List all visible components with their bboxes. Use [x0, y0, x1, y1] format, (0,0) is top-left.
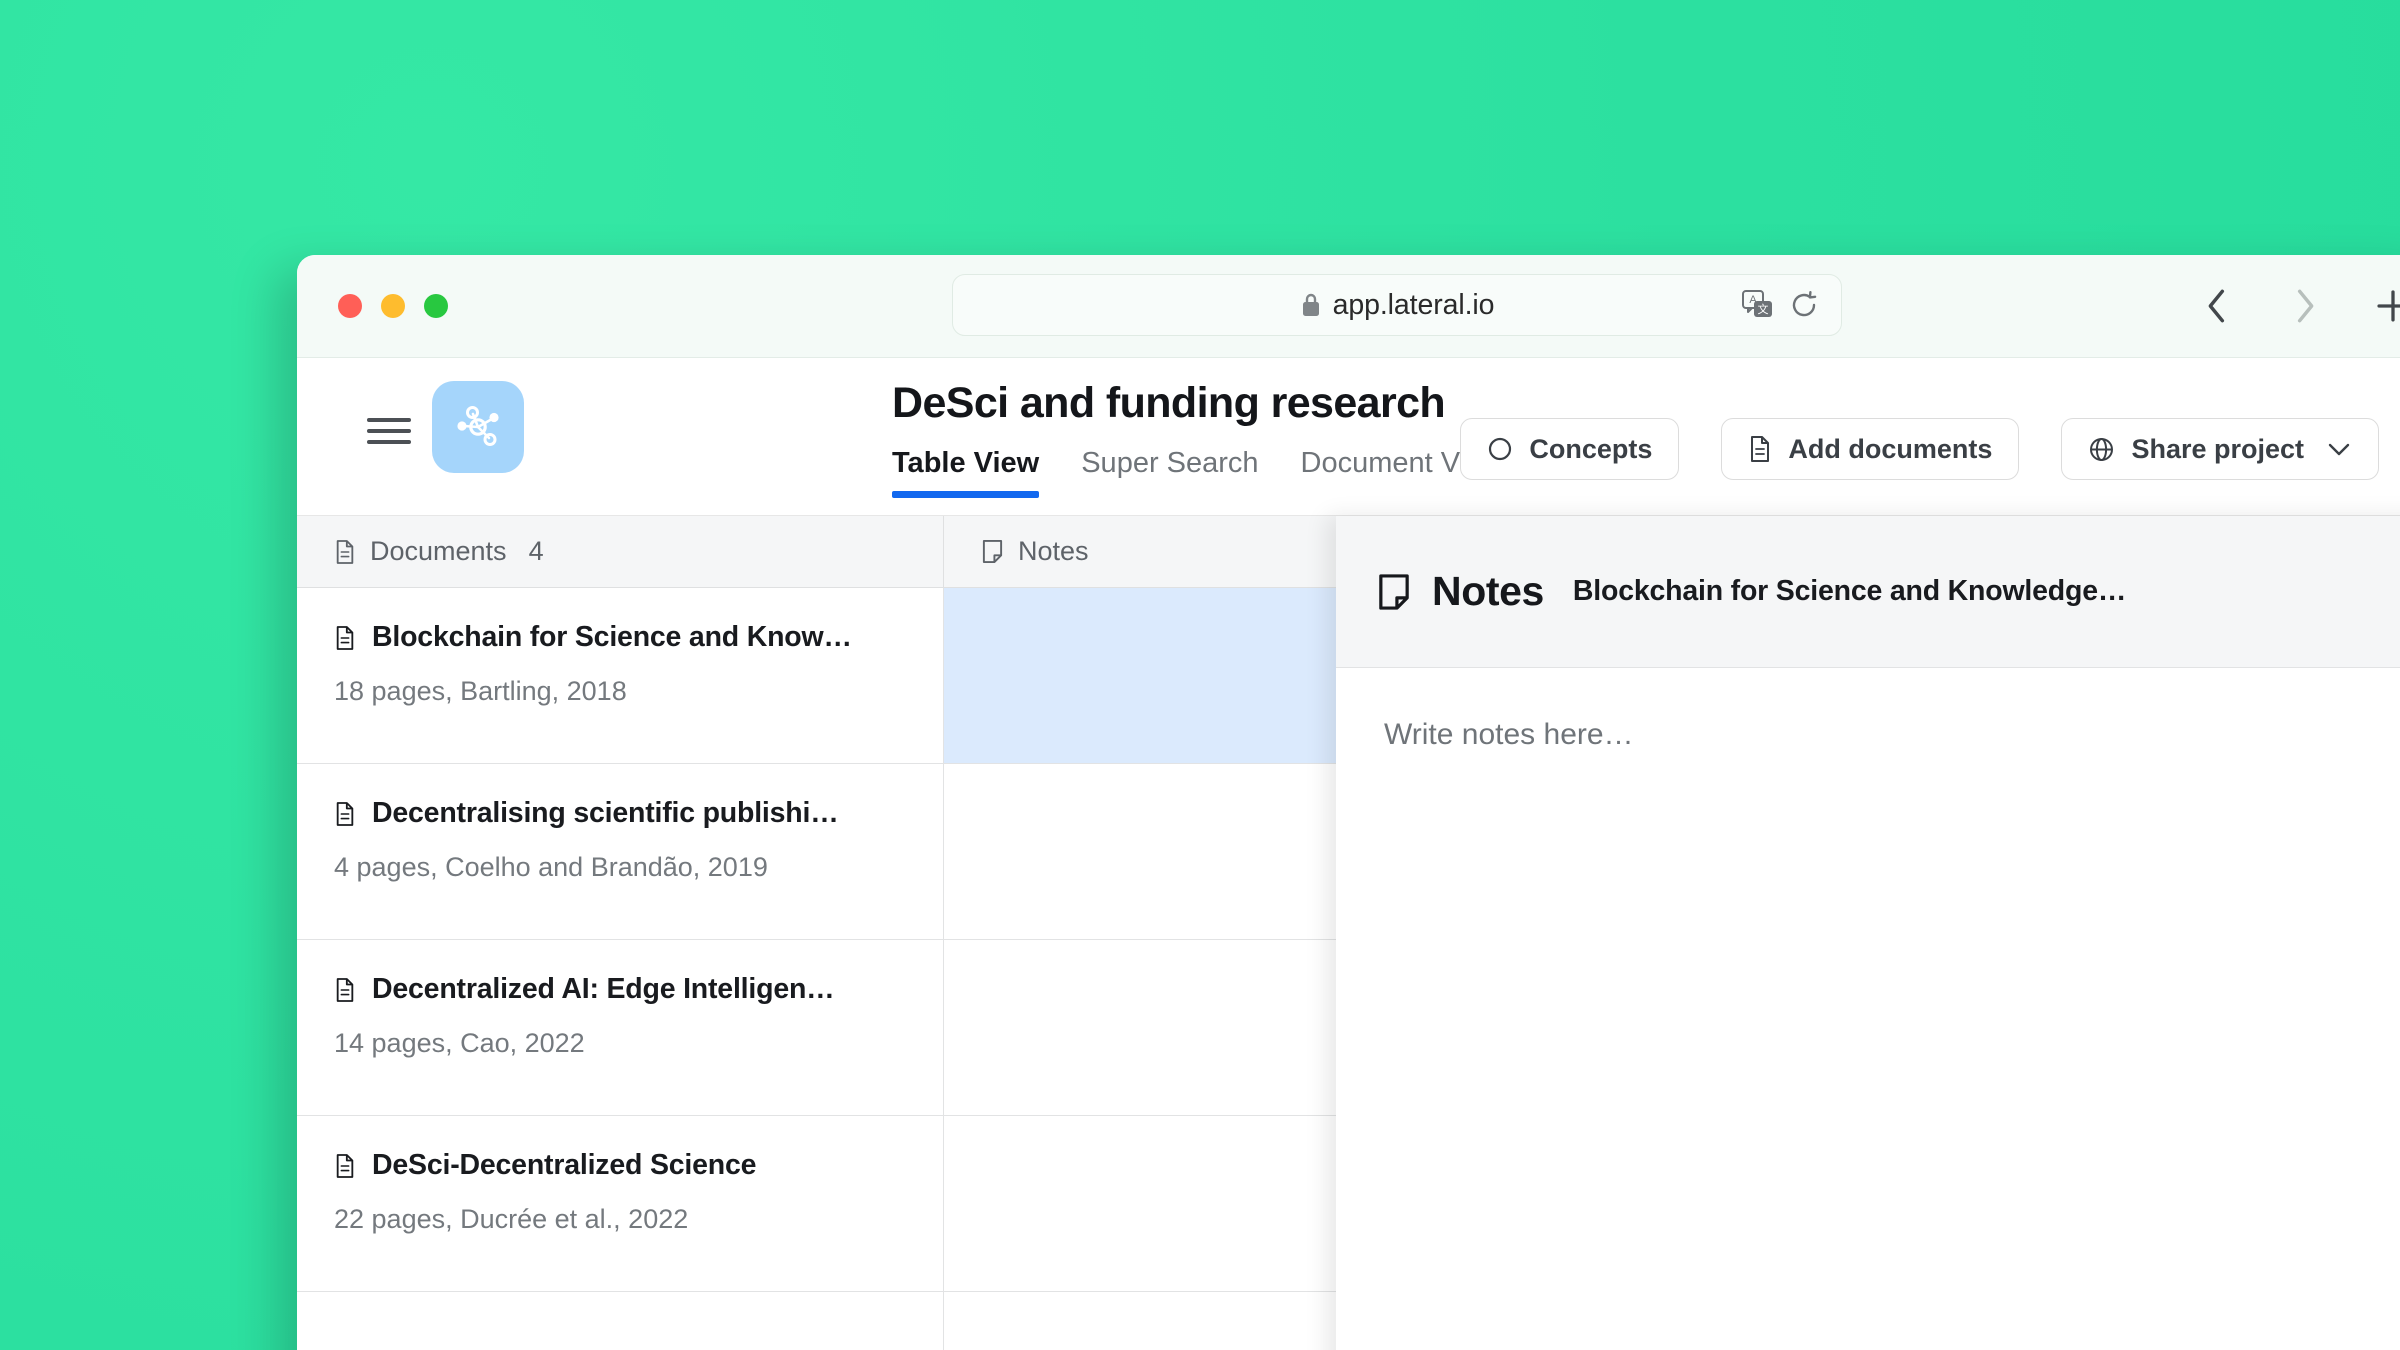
reload-icon[interactable] [1788, 289, 1820, 321]
url-text: app.lateral.io [1332, 288, 1495, 321]
document-meta: 22 pages, Ducrée et al., 2022 [334, 1204, 689, 1234]
concepts-button[interactable]: Concepts [1460, 418, 1680, 480]
back-button[interactable] [2197, 286, 2237, 326]
notes-cell[interactable] [944, 588, 1339, 763]
notes-cell[interactable] [944, 764, 1339, 939]
share-project-button-label: Share project [2131, 433, 2304, 464]
globe-icon [2090, 437, 2114, 461]
close-window-button[interactable] [338, 294, 362, 318]
document-meta: 18 pages, Bartling, 2018 [334, 676, 627, 706]
concepts-button-label: Concepts [1529, 433, 1653, 464]
tab-super-search[interactable]: Super Search [1081, 447, 1258, 498]
window-controls [338, 294, 448, 318]
document-title: Decentralized AI: Edge Intelligen… [372, 973, 835, 1005]
minimize-window-button[interactable] [381, 294, 405, 318]
browser-navigation [2197, 286, 2400, 326]
app-header: DeSci and funding research Table View Su… [297, 358, 2400, 516]
translate-icon[interactable]: A 文 [1741, 288, 1775, 322]
document-title-row: Decentralized AI: Edge Intelligen… [334, 973, 906, 1006]
project-logo [432, 381, 524, 473]
maximize-window-button[interactable] [424, 294, 448, 318]
add-documents-button-label: Add documents [1788, 433, 1993, 464]
address-bar[interactable]: app.lateral.io A 文 [952, 274, 1842, 336]
document-title-row: Blockchain for Science and Know… [334, 621, 906, 654]
new-tab-button[interactable] [2373, 286, 2400, 326]
browser-window: app.lateral.io A 文 DeSci and funding res… [297, 255, 2400, 1350]
notes-panel-header: Notes Blockchain for Science and Knowled… [1336, 516, 2400, 668]
hamburger-menu-icon[interactable] [367, 414, 411, 448]
column-header-documents-label: Documents [370, 536, 507, 566]
tab-table-view[interactable]: Table View [892, 447, 1040, 499]
note-icon [982, 539, 1003, 563]
notes-editor[interactable]: Write notes here… [1336, 668, 2400, 1350]
document-icon [336, 977, 354, 1002]
document-cell[interactable]: Blockchain for Science and Know… 18 page… [297, 588, 944, 763]
notes-panel: Notes Blockchain for Science and Knowled… [1336, 516, 2400, 1350]
column-header-notes[interactable]: Notes [944, 516, 1339, 587]
notes-cell[interactable] [944, 1292, 1339, 1350]
address-bar-content: app.lateral.io [1300, 288, 1495, 322]
document-icon [336, 1153, 354, 1178]
notes-placeholder: Write notes here… [1384, 718, 1634, 751]
document-icon [336, 801, 354, 826]
document-cell[interactable]: DeSci-Decentralized Science 22 pages, Du… [297, 1116, 944, 1291]
svg-text:文: 文 [1758, 302, 1769, 316]
column-header-documents[interactable]: Documents 4 [297, 516, 944, 587]
plus-icon [2377, 290, 2400, 322]
header-actions: Concepts Add documents Share project [1460, 406, 2400, 492]
address-bar-actions: A 文 [1741, 288, 1820, 322]
column-header-notes-label: Notes [1018, 536, 1089, 566]
lock-icon [1302, 293, 1319, 316]
browser-toolbar: app.lateral.io A 文 [297, 255, 2400, 358]
document-title-row: DeSci-Decentralized Science [334, 1149, 906, 1182]
page-title: DeSci and funding research [892, 379, 1446, 427]
notes-cell[interactable] [944, 1116, 1339, 1291]
add-documents-button[interactable]: Add documents [1721, 418, 2020, 480]
view-tabs: Table View Super Search Document View [892, 447, 1503, 499]
document-icon [1751, 436, 1770, 462]
forward-button[interactable] [2285, 286, 2325, 326]
chevron-right-icon [2297, 289, 2314, 323]
document-icon [336, 539, 354, 564]
notes-panel-subtitle: Blockchain for Science and Knowledge… [1572, 575, 2127, 607]
document-cell[interactable] [297, 1292, 944, 1350]
document-meta: 4 pages, Coelho and Brandão, 2019 [334, 852, 768, 882]
circle-icon [1489, 437, 1512, 461]
document-meta: 14 pages, Cao, 2022 [334, 1028, 585, 1058]
document-title: Decentralising scientific publishi… [372, 797, 839, 829]
documents-count: 4 [528, 536, 544, 566]
chevron-left-icon [2208, 289, 2225, 323]
network-graph-icon [457, 406, 499, 446]
document-cell[interactable]: Decentralising scientific publishi… 4 pa… [297, 764, 944, 939]
note-icon [1379, 573, 1409, 610]
header-text-block: DeSci and funding research Table View Su… [892, 379, 1503, 499]
document-title: Blockchain for Science and Know… [372, 621, 852, 653]
document-title-row: Decentralising scientific publishi… [334, 797, 906, 830]
notes-cell[interactable] [944, 940, 1339, 1115]
table-view: Documents 4 Notes Blockchain for Science… [297, 516, 2400, 1350]
notes-panel-title: Notes [1432, 568, 1544, 614]
document-icon [336, 625, 354, 650]
document-title: DeSci-Decentralized Science [372, 1149, 757, 1181]
document-cell[interactable]: Decentralized AI: Edge Intelligen… 14 pa… [297, 940, 944, 1115]
chevron-down-icon [2328, 443, 2350, 456]
share-project-button[interactable]: Share project [2061, 418, 2379, 480]
